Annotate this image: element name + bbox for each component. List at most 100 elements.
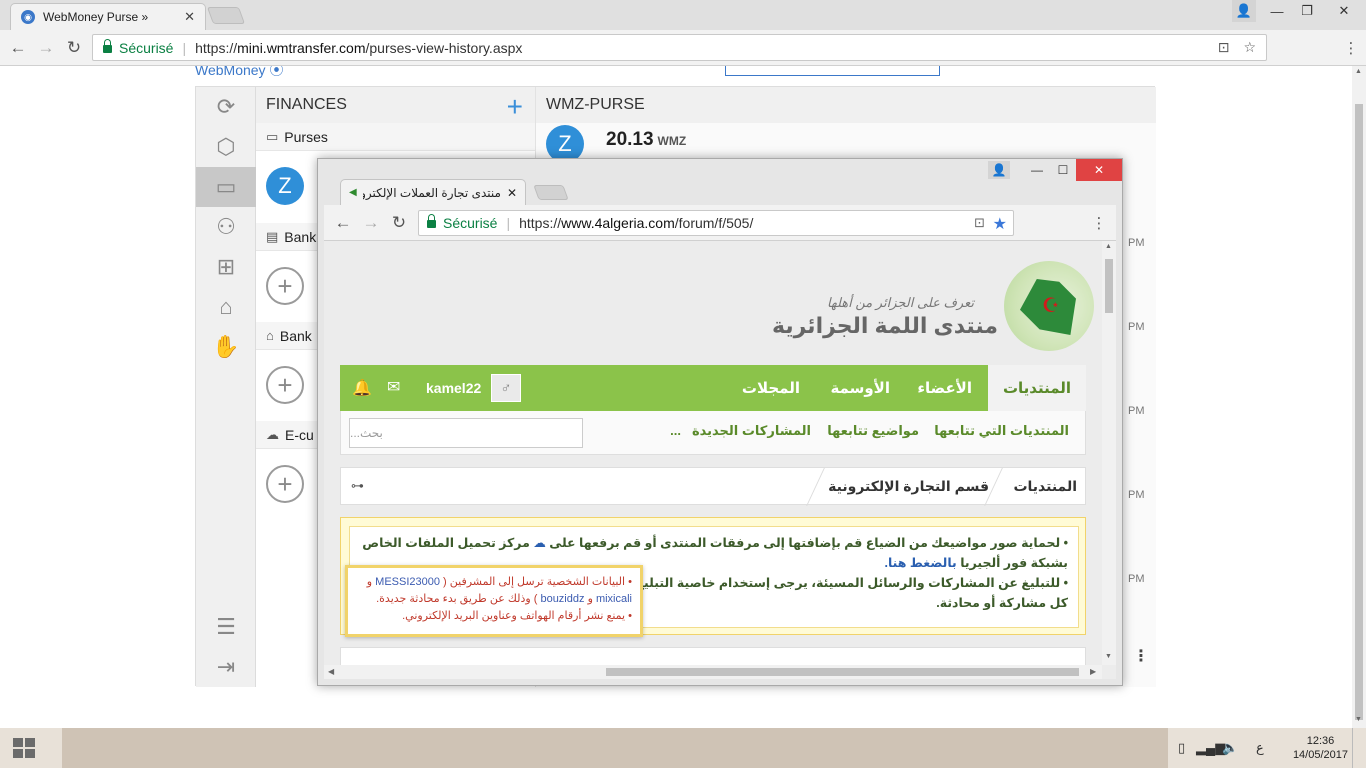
box-icon[interactable]: ⬡: [196, 127, 256, 167]
page-header-strip: WebMoney ⦿: [0, 66, 1352, 86]
scroll-thumb[interactable]: [1355, 104, 1363, 720]
contacts-icon[interactable]: ⚇: [196, 207, 256, 247]
scroll-down-icon[interactable]: ▼: [1355, 716, 1362, 723]
scroll-right-icon[interactable]: ▶: [1090, 667, 1096, 676]
purses-row[interactable]: ▭ Purses: [256, 123, 535, 151]
purse-z-button[interactable]: Z: [266, 167, 304, 205]
system-clock[interactable]: 12:36 14/05/2017: [1293, 734, 1348, 762]
scroll-up-icon[interactable]: ▲: [1355, 68, 1362, 75]
profile-icon[interactable]: 👤: [1232, 0, 1256, 22]
maximize-button[interactable]: ☐: [1050, 159, 1076, 181]
user-avatar[interactable]: ♂: [491, 374, 521, 402]
back-icon[interactable]: ←: [7, 37, 29, 59]
add-ecurrency-button[interactable]: +: [266, 465, 304, 503]
forward-icon[interactable]: →: [35, 37, 57, 59]
browser-toolbar: ← → ↻ Sécurisé | https://mini.wmtransfer…: [0, 30, 1366, 66]
reload-icon[interactable]: ↻: [63, 37, 85, 59]
new-tab-button[interactable]: [533, 185, 569, 200]
sitemap-icon[interactable]: ⊶: [351, 478, 364, 494]
nav-magazines[interactable]: المجلات: [742, 365, 800, 411]
services-icon[interactable]: ⊞: [196, 247, 256, 287]
reload-icon[interactable]: ↻: [388, 212, 410, 234]
popup-horizontal-scrollbar[interactable]: ◀ ▶: [324, 665, 1102, 679]
settings-sliders-icon[interactable]: ☰: [196, 607, 256, 647]
subnav-followed-topics[interactable]: مواضيع تتابعها: [827, 423, 919, 439]
handshake-icon[interactable]: ✋: [196, 327, 256, 367]
scroll-up-icon[interactable]: ▲: [1105, 243, 1112, 250]
maximize-button[interactable]: ❐: [1292, 0, 1322, 22]
star-icon[interactable]: ☆: [1243, 39, 1256, 56]
nav-forums[interactable]: المنتديات: [988, 365, 1086, 411]
globe-icon: ◉: [21, 10, 35, 24]
webmoney-logo[interactable]: WebMoney ⦿: [195, 66, 283, 80]
forum-search-input[interactable]: بحث...: [349, 418, 583, 448]
scroll-down-icon[interactable]: ▼: [1105, 653, 1112, 660]
shop-icon[interactable]: ⌂: [196, 287, 256, 327]
close-tab-icon[interactable]: ✕: [507, 186, 517, 200]
cloud-upload-icon: ☁: [533, 536, 546, 550]
subnav-followed-forums[interactable]: المنتديات التي تتابعها: [934, 423, 1069, 439]
new-tab-button[interactable]: [206, 7, 246, 24]
browser-tab[interactable]: ◉ WebMoney Purse » ✕: [10, 3, 206, 30]
back-icon[interactable]: ←: [332, 212, 354, 234]
forum-subnav: المنتديات التي تتابعها مواضيع تتابعها ال…: [340, 411, 1086, 455]
profile-icon[interactable]: 👤: [988, 161, 1010, 179]
bank-icon: ⌂: [266, 328, 274, 343]
tab-strip: ◉ WebMoney Purse » ✕ 👤 — ❐ ✕: [0, 0, 1366, 30]
volume-icon[interactable]: 🔈: [1222, 740, 1238, 756]
input-language[interactable]: ع: [1256, 740, 1264, 756]
popup-toolbar: ← → ↻ Sécurisé | https://www.4algeria.co…: [324, 205, 1116, 241]
page-scrollbar[interactable]: ▲ ▼: [1352, 66, 1366, 728]
scroll-thumb[interactable]: [1105, 259, 1113, 313]
translate-icon[interactable]: ⊡: [1218, 39, 1230, 56]
bell-icon[interactable]: 🔔: [352, 378, 372, 398]
popup-address-bar[interactable]: Sécurisé | https://www.4algeria.com/foru…: [418, 210, 1014, 236]
battery-icon[interactable]: ▯: [1178, 740, 1185, 756]
forum-logo[interactable]: تعرف على الجزائر من أهلها منتدى اللمة ال…: [772, 261, 1094, 351]
popup-tab[interactable]: ◀ منتدى تجارة العملات الإلكترونية ✕: [340, 179, 526, 205]
lock-icon: [103, 38, 112, 53]
subnav-more[interactable]: ...: [670, 423, 681, 438]
breadcrumb-section[interactable]: قسم التجارة الإلكترونية: [828, 478, 989, 495]
purse-balance: 20.13 WMZ: [606, 129, 687, 150]
more-options-icon[interactable]: ⋮: [1133, 646, 1149, 666]
add-purse-button[interactable]: +: [507, 91, 523, 123]
upload-center-link[interactable]: بالضغط هنا.: [884, 556, 956, 570]
forward-icon[interactable]: →: [360, 212, 382, 234]
lock-icon: [427, 214, 436, 228]
logout-icon[interactable]: ⇥: [196, 647, 256, 687]
address-bar[interactable]: Sécurisé | https://mini.wmtransfer.com/p…: [92, 34, 1267, 61]
taskbar-app-chrome[interactable]: [62, 728, 1168, 768]
username-link[interactable]: kamel22: [426, 365, 481, 411]
scroll-left-icon[interactable]: ◀: [328, 667, 334, 676]
subnav-new-posts[interactable]: المشاركات الجديدة: [692, 423, 811, 439]
star-filled-icon[interactable]: ★: [993, 214, 1007, 234]
secure-indicator[interactable]: Sécurisé: [103, 38, 173, 56]
forum-navbar: المنتديات الأعضاء الأوسمة المجلات ♂ kame…: [340, 365, 1086, 411]
close-window-button[interactable]: ✕: [1076, 159, 1122, 181]
finances-header: FINANCES +: [256, 87, 535, 123]
nav-members[interactable]: الأعضاء: [917, 365, 972, 411]
minimize-button[interactable]: —: [1024, 159, 1050, 181]
menu-icon[interactable]: ⋮: [1088, 212, 1110, 234]
menu-icon[interactable]: ⋮: [1340, 37, 1362, 59]
minimize-button[interactable]: —: [1262, 0, 1292, 22]
header-search-box[interactable]: [725, 66, 940, 76]
close-window-button[interactable]: ✕: [1322, 0, 1366, 22]
show-desktop-button[interactable]: [1352, 728, 1366, 768]
close-tab-icon[interactable]: ✕: [184, 9, 195, 25]
popup-scrollbar[interactable]: ▲ ▼: [1102, 241, 1116, 665]
scroll-thumb[interactable]: [606, 668, 1079, 676]
start-button[interactable]: [0, 728, 48, 768]
add-bank-card-button[interactable]: +: [266, 267, 304, 305]
breadcrumb-root[interactable]: المنتديات: [1013, 478, 1077, 495]
nav-badges[interactable]: الأوسمة: [830, 365, 890, 411]
signal-icon[interactable]: ▂▄▆: [1196, 740, 1225, 756]
add-bank-account-button[interactable]: +: [266, 366, 304, 404]
translate-icon[interactable]: ⊡: [974, 215, 985, 231]
wallet-icon[interactable]: ▭: [196, 167, 256, 207]
refresh-icon[interactable]: ⟳: [196, 87, 256, 127]
windows-taskbar: ▯ ▂▄▆ 🔈 ع 12:36 14/05/2017: [0, 728, 1366, 768]
envelope-icon[interactable]: ✉: [387, 377, 400, 397]
moderators-tooltip: • البيانات الشخصية ترسل إلى المشرفين ( M…: [345, 565, 643, 637]
